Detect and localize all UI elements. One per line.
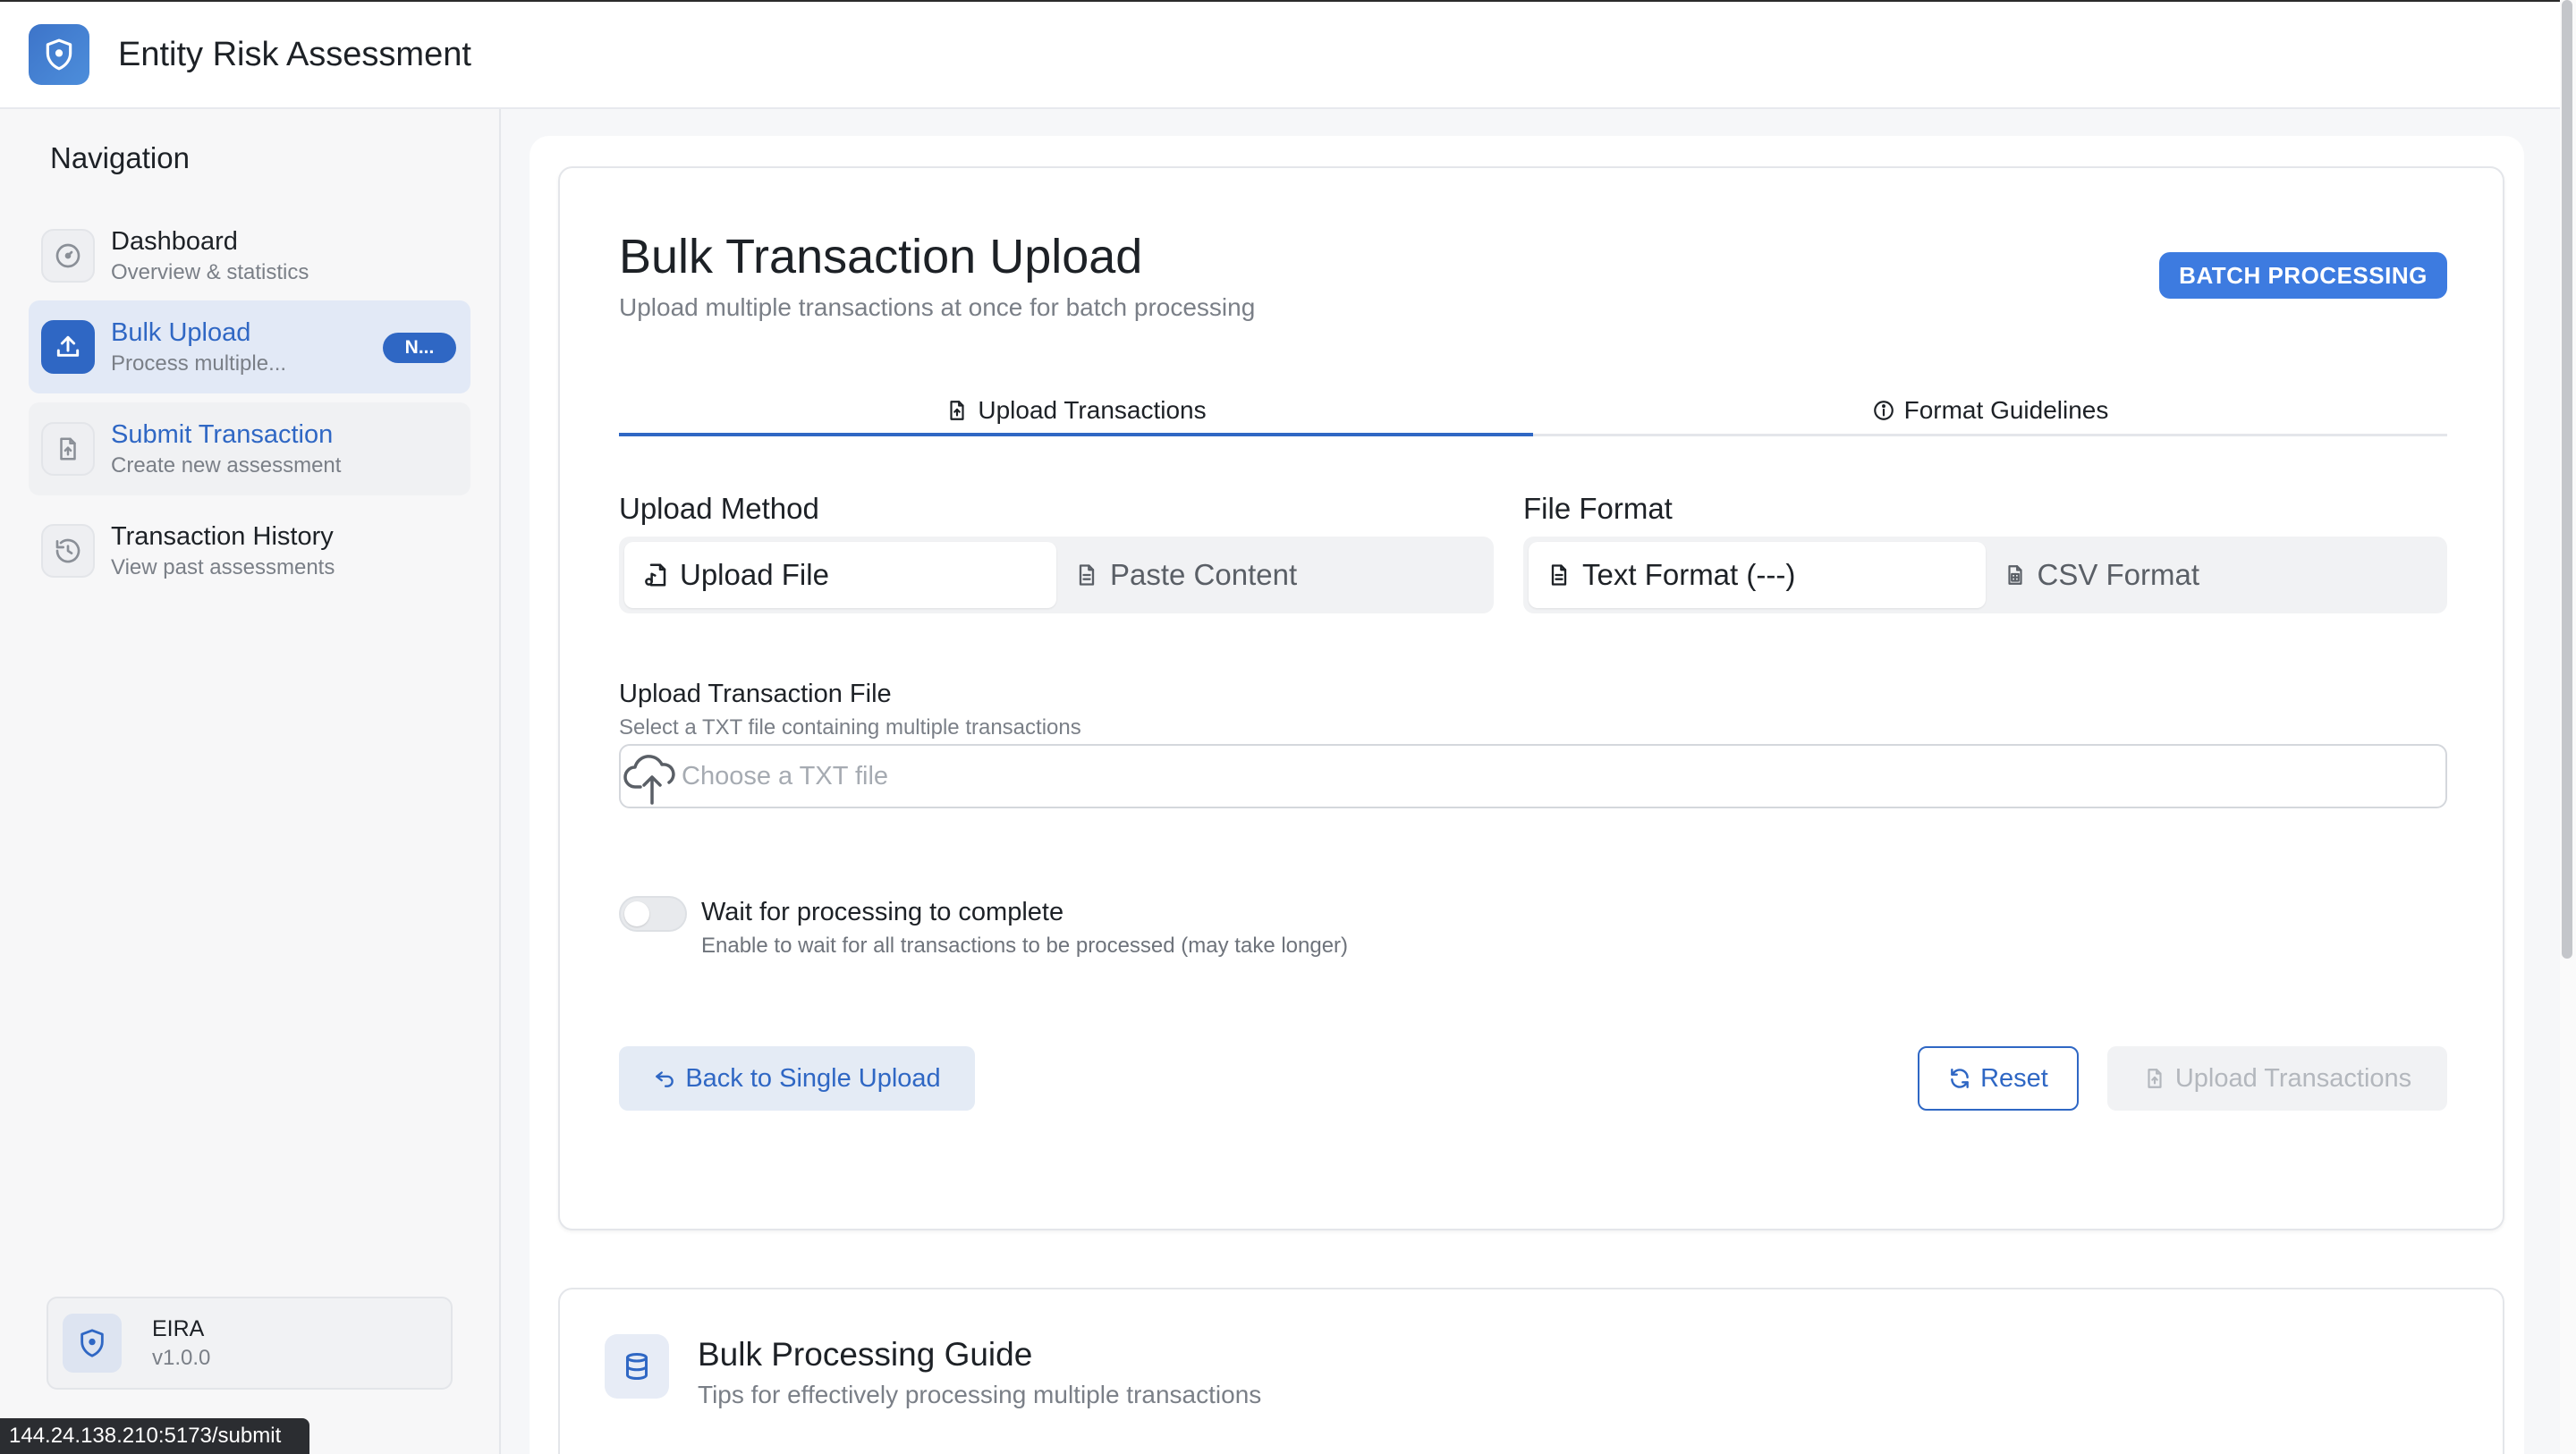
sidebar-item-sublabel: Create new assessment [111,453,342,478]
file-format-selector: Text Format (---) CSV Format [1523,537,2447,613]
page-title: Bulk Transaction Upload [619,230,1143,283]
file-format-label: File Format [1523,492,1673,525]
sidebar-item-dashboard[interactable]: Dashboard Overview & statistics [29,209,470,302]
gauge-icon [41,229,95,283]
option-label: Upload File [680,558,829,591]
option-label: CSV Format [2037,558,2200,591]
csv-format-option[interactable]: CSV Format [1986,542,2443,608]
back-to-single-upload-button[interactable]: Back to Single Upload [619,1046,975,1111]
sidebar-item-sublabel: Overview & statistics [111,260,309,284]
app-version: v1.0.0 [152,1346,211,1370]
upload-transactions-button[interactable]: Upload Transactions [2107,1046,2447,1111]
tab-format-guidelines[interactable]: Format Guidelines [1533,386,2447,434]
button-label: Back to Single Upload [685,1063,941,1093]
cloud-upload-icon [623,751,682,807]
app-version-card: EIRA v1.0.0 [47,1297,453,1390]
nav-heading: Navigation [50,141,190,174]
new-badge: N... [383,333,456,363]
text-format-option[interactable]: Text Format (---) [1529,542,1986,608]
bulk-upload-card: Bulk Transaction Upload Upload multiple … [558,166,2504,1230]
upload-file-option[interactable]: Upload File [624,542,1056,608]
wait-toggle-description: Enable to wait for all transactions to b… [701,934,1349,958]
sidebar-item-transaction-history[interactable]: Transaction History View past assessment… [29,504,470,597]
batch-processing-badge: BATCH PROCESSING [2159,252,2447,299]
wait-processing-toggle[interactable] [619,896,687,932]
button-label: Reset [1980,1063,2048,1093]
app-title: Entity Risk Assessment [118,35,471,73]
file-input-placeholder: Choose a TXT file [682,762,889,790]
sidebar: Navigation Dashboard Overview & statisti… [0,109,501,1454]
upload-method-selector: Upload File Paste Content [619,537,1494,613]
tab-bar: Upload Transactions Format Guidelines [619,386,2447,436]
toggle-knob [624,901,649,926]
bulk-processing-guide-card: Bulk Processing Guide Tips for effective… [558,1288,2504,1454]
sidebar-item-label: Transaction History [111,522,334,551]
return-arrow-icon [653,1067,676,1090]
scrollbar-thumb[interactable] [2562,0,2572,959]
database-icon [605,1334,669,1399]
file-field-label: Upload Transaction File [619,680,892,708]
history-icon [41,524,95,578]
sidebar-item-label: Bulk Upload [111,318,251,347]
tab-label: Format Guidelines [1903,395,2109,424]
app-name: EIRA [152,1316,205,1341]
sidebar-item-submit-transaction[interactable]: Submit Transaction Create new assessment [29,402,470,495]
page-subtitle: Upload multiple transactions at once for… [619,293,1256,321]
refresh-icon [1948,1067,1971,1090]
file-music-icon [642,562,669,588]
file-upload-icon [41,422,95,476]
file-field-description: Select a TXT file containing multiple tr… [619,715,1081,740]
paste-content-option[interactable]: Paste Content [1056,542,1488,608]
spreadsheet-icon [2004,563,2027,587]
sidebar-item-sublabel: View past assessments [111,555,335,579]
file-upload-icon [2143,1067,2166,1090]
sidebar-item-label: Submit Transaction [111,420,334,449]
shield-logo-icon [29,24,89,85]
guide-subtitle: Tips for effectively processing multiple… [698,1381,1262,1408]
sidebar-item-bulk-upload[interactable]: Bulk Upload Process multiple... N... [29,300,470,393]
reset-button[interactable]: Reset [1918,1046,2079,1111]
sidebar-item-label: Dashboard [111,227,238,256]
button-label: Upload Transactions [2174,1063,2412,1093]
guide-title: Bulk Processing Guide [698,1336,1033,1373]
document-icon [1546,562,1572,588]
file-upload-icon [945,399,969,422]
status-bar-url: 144.24.138.210:5173/submit [0,1418,309,1454]
option-label: Paste Content [1110,558,1298,591]
shield-icon [63,1314,122,1373]
wait-toggle-label: Wait for processing to complete [701,898,1064,926]
document-icon [1074,562,1099,588]
app-header: Entity Risk Assessment [0,0,2576,109]
info-icon [1872,399,1895,422]
upload-method-label: Upload Method [619,492,819,525]
file-input[interactable]: Choose a TXT file [619,744,2447,808]
upload-icon [41,320,95,374]
tab-upload-transactions[interactable]: Upload Transactions [619,386,1533,436]
option-label: Text Format (---) [1582,558,1796,591]
tab-label: Upload Transactions [978,395,1207,424]
sidebar-item-sublabel: Process multiple... [111,351,287,376]
